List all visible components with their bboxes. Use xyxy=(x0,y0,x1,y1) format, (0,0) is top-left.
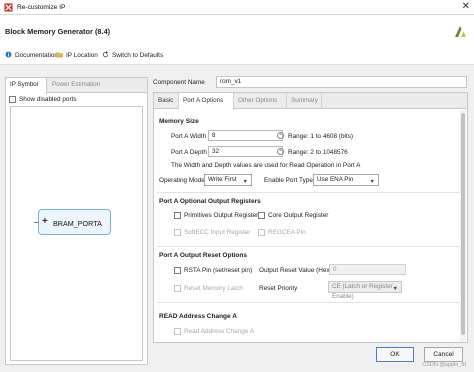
regcea-pin-label: REGCEA Pin xyxy=(268,229,306,236)
clear-depth-icon[interactable]: × xyxy=(277,148,284,155)
dialog-header: Block Memory Generator (8.4) xyxy=(0,15,474,45)
symbol-tabs: IP Symbol Power Estimation xyxy=(6,78,147,94)
scrollbar-thumb[interactable] xyxy=(461,113,465,335)
switch-defaults-label: Switch to Defaults xyxy=(112,52,164,59)
reset-priority-value: CE (Latch or Register Enable) xyxy=(332,283,393,300)
enable-port-type-select[interactable]: Use ENA Pin ▼ xyxy=(313,174,379,186)
reset-memory-latch-label: Reset Memory Latch xyxy=(184,285,243,292)
options-panel: Basic Port A Options Other Options Summa… xyxy=(153,92,468,343)
port-a-width-label: Port A Width xyxy=(171,133,207,140)
tab-basic[interactable]: Basic xyxy=(154,93,179,109)
toolbar: Documentation IP Location Switch to Defa… xyxy=(0,45,474,65)
width-range-text: Range: 1 to 4608 (bits) xyxy=(288,133,354,140)
amd-logo-icon xyxy=(455,26,466,37)
softecc-input-register-label: SoftECC Input Register xyxy=(184,229,251,236)
operating-mode-select[interactable]: Write First ▼ xyxy=(204,174,252,186)
expand-icon[interactable]: + xyxy=(42,216,48,227)
reset-priority-label: Reset Priority xyxy=(259,285,298,292)
close-icon[interactable]: ✕ xyxy=(462,1,470,12)
app-icon xyxy=(4,3,13,12)
output-reset-value-input[interactable]: 0 xyxy=(329,264,406,275)
options-tabs: Basic Port A Options Other Options Summa… xyxy=(154,93,467,110)
port-a-width-input[interactable]: 8 xyxy=(208,130,283,141)
output-reset-value-label: Output Reset Value (Hex) xyxy=(259,267,332,274)
primitives-output-register-checkbox[interactable] xyxy=(174,212,181,219)
softecc-input-register-checkbox xyxy=(174,229,181,236)
section-divider xyxy=(157,192,462,193)
enable-port-type-label: Enable Port Type xyxy=(264,177,313,184)
rsta-pin-label: RSTA Pin (set/reset pin) xyxy=(184,267,253,274)
chevron-down-icon: ▼ xyxy=(242,179,248,185)
tab-other-options[interactable]: Other Options xyxy=(234,93,287,109)
show-disabled-ports-label: Show disabled ports xyxy=(19,96,77,103)
reset-priority-select[interactable]: CE (Latch or Register Enable) ▼ xyxy=(328,281,402,300)
chevron-down-icon: ▼ xyxy=(392,286,398,292)
title-bar: Re-customize IP ✕ xyxy=(0,0,474,15)
regcea-pin-checkbox xyxy=(258,229,265,236)
core-output-register-label: Core Output Register xyxy=(268,212,329,219)
operating-mode-label: Operating Mode xyxy=(159,177,205,184)
refresh-icon xyxy=(102,51,109,58)
port-a-depth-input[interactable]: 32 xyxy=(208,146,283,157)
vertical-scrollbar[interactable] xyxy=(460,110,466,342)
chevron-down-icon: ▼ xyxy=(369,179,375,185)
ok-button[interactable]: OK xyxy=(376,347,414,362)
memory-size-heading: Memory Size xyxy=(159,118,199,125)
ip-title: Block Memory Generator (8.4) xyxy=(5,27,111,36)
clear-width-icon[interactable]: × xyxy=(277,132,284,139)
documentation-button[interactable]: Documentation xyxy=(5,51,58,59)
tab-power-estimation[interactable]: Power Estimation xyxy=(48,78,104,93)
folder-icon xyxy=(56,52,63,58)
component-name-label: Component Name xyxy=(153,79,205,86)
tab-summary[interactable]: Summary xyxy=(287,93,322,109)
core-output-register-checkbox[interactable] xyxy=(258,212,265,219)
width-depth-note: The Width and Depth values are used for … xyxy=(171,162,361,169)
ip-location-label: IP Location xyxy=(66,52,98,59)
read-address-change-checkbox xyxy=(174,328,181,335)
port-connector xyxy=(34,222,39,223)
read-address-change-heading: READ Address Change A xyxy=(159,313,237,320)
tab-port-a-options[interactable]: Port A Options xyxy=(179,93,234,110)
documentation-icon xyxy=(5,51,12,58)
read-address-change-label: Read Address Change A xyxy=(184,328,254,335)
show-disabled-ports-checkbox[interactable] xyxy=(9,96,16,103)
symbol-canvas: + BRAM_PORTA xyxy=(10,106,143,361)
depth-range-text: Range: 2 to 1048576 xyxy=(288,149,348,156)
cancel-button[interactable]: Cancel xyxy=(424,347,463,362)
component-name-input[interactable]: rom_v1 xyxy=(216,76,467,88)
optional-registers-heading: Port A Optional Output Registers xyxy=(159,198,261,205)
tab-ip-symbol[interactable]: IP Symbol xyxy=(6,78,47,94)
reset-memory-latch-checkbox xyxy=(174,285,181,292)
bram-porta-label: BRAM_PORTA xyxy=(53,218,102,228)
symbol-panel: IP Symbol Power Estimation Show disabled… xyxy=(5,77,148,365)
watermark-text: CSDN @apple_ttt xyxy=(422,362,466,368)
switch-defaults-button[interactable]: Switch to Defaults xyxy=(102,51,163,59)
ip-location-button[interactable]: IP Location xyxy=(56,51,98,59)
reset-options-heading: Port A Output Reset Options xyxy=(159,252,247,259)
bram-porta-block[interactable]: + BRAM_PORTA xyxy=(34,209,111,235)
documentation-label: Documentation xyxy=(15,52,58,59)
rsta-pin-checkbox[interactable] xyxy=(174,267,181,274)
enable-port-type-value: Use ENA Pin xyxy=(317,176,354,183)
operating-mode-value: Write First xyxy=(208,176,237,183)
port-a-depth-label: Port A Depth xyxy=(171,149,207,156)
section-divider xyxy=(157,302,462,303)
primitives-output-register-label: Primitives Output Register xyxy=(184,212,259,219)
window-title: Re-customize IP xyxy=(17,3,66,11)
section-divider xyxy=(157,246,462,247)
